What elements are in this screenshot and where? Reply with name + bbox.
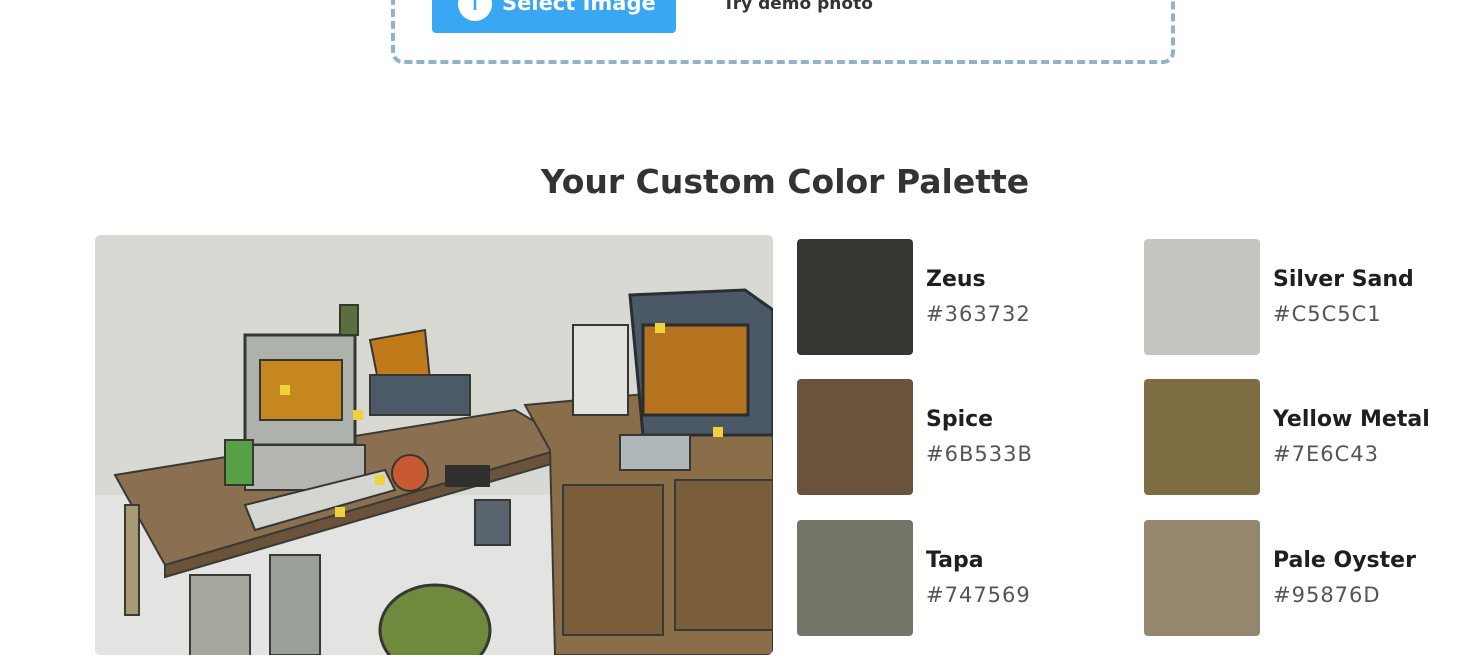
color-hex: #7E6C43	[1273, 442, 1379, 466]
upload-icon: ↑	[458, 0, 492, 21]
color-swatch	[1144, 379, 1260, 495]
color-hex: #95876D	[1273, 583, 1381, 607]
select-image-label: Select Image	[502, 0, 656, 15]
color-card-yellow-metal[interactable]: Yellow Metal #7E6C43	[1144, 379, 1474, 495]
try-demo-photo-link[interactable]: Try demo photo	[723, 0, 873, 14]
color-card-tapa[interactable]: Tapa #747569	[797, 520, 1127, 636]
color-hex: #747569	[926, 583, 1031, 607]
color-name: Spice	[926, 407, 994, 432]
color-hex: #6B533B	[926, 442, 1033, 466]
color-card-zeus[interactable]: Zeus #363732	[797, 239, 1127, 355]
color-swatch	[797, 239, 913, 355]
color-name: Zeus	[926, 267, 986, 292]
color-name: Yellow Metal	[1273, 407, 1430, 432]
color-swatch	[1144, 520, 1260, 636]
color-swatch	[1144, 239, 1260, 355]
uploaded-photo	[95, 235, 773, 655]
color-swatch	[797, 520, 913, 636]
color-hex: #363732	[926, 302, 1031, 326]
select-image-button[interactable]: ↑ Select Image	[432, 0, 676, 33]
color-name: Pale Oyster	[1273, 548, 1416, 573]
color-name: Tapa	[926, 548, 984, 573]
color-card-spice[interactable]: Spice #6B533B	[797, 379, 1127, 495]
palette-title: Your Custom Color Palette	[540, 162, 1030, 201]
color-name: Silver Sand	[1273, 267, 1414, 292]
color-swatch	[797, 379, 913, 495]
color-hex: #C5C5C1	[1273, 302, 1382, 326]
color-card-silver-sand[interactable]: Silver Sand #C5C5C1	[1144, 239, 1474, 355]
color-card-pale-oyster[interactable]: Pale Oyster #95876D	[1144, 520, 1474, 636]
